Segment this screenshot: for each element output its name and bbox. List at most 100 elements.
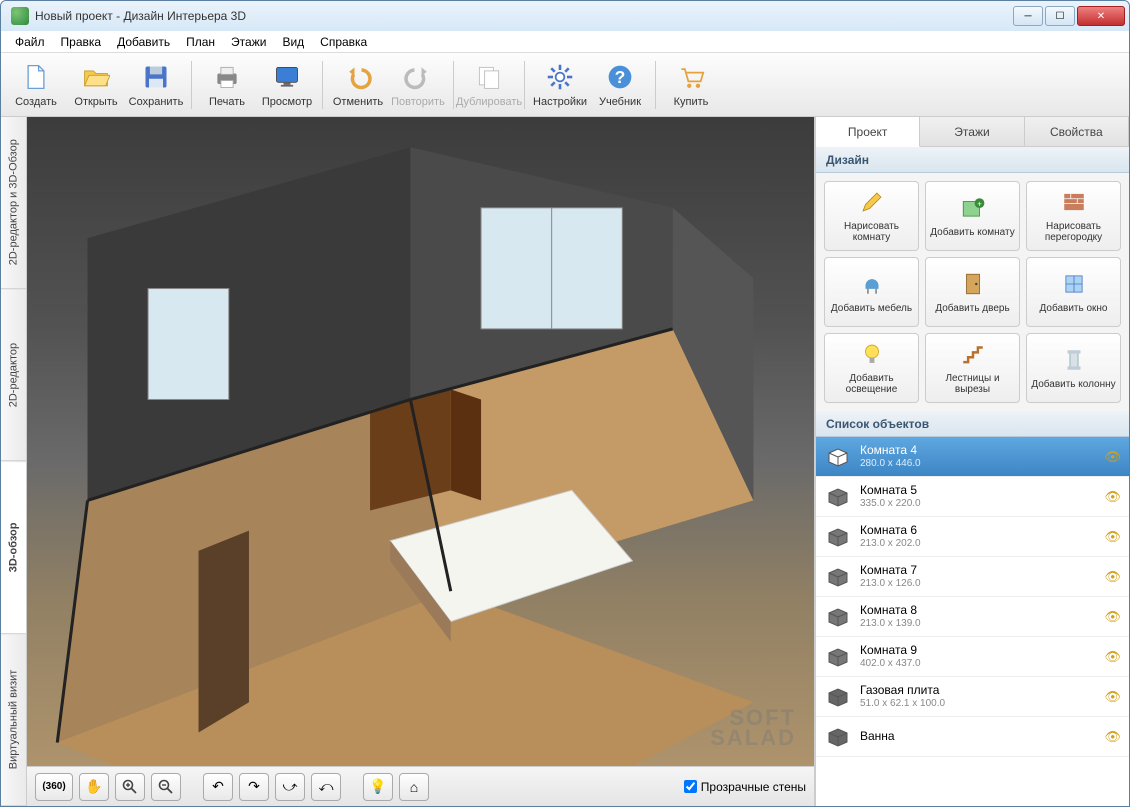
home-button[interactable]: ⌂ (399, 773, 429, 801)
left-tab-3[interactable]: Виртуальный визит (1, 634, 26, 806)
window-title: Новый проект - Дизайн Интерьера 3D (35, 9, 1013, 23)
design-btn-chair[interactable]: Добавить мебель (824, 257, 919, 327)
bulb-icon (858, 341, 886, 369)
left-tab-0[interactable]: 2D-редактор и 3D-Обзор (1, 117, 26, 289)
redo-icon (402, 61, 434, 93)
menu-справка[interactable]: Справка (312, 32, 375, 52)
3d-view[interactable]: SOFT SALAD (27, 117, 814, 766)
app-window: Новый проект - Дизайн Интерьера 3D ─ ☐ ✕… (0, 0, 1130, 807)
left-tab-1[interactable]: 2D-редактор (1, 289, 26, 461)
visibility-icon[interactable]: 👁 (1104, 689, 1121, 705)
viewport-toolbar: (360) ✋ ↶ ↷ ⤻ ⤺ 💡 ⌂ Прозрачные стены (27, 766, 814, 806)
menu-правка[interactable]: Правка (53, 32, 110, 52)
buy-button[interactable]: Купить (662, 57, 720, 113)
question-icon: ? (604, 61, 636, 93)
visibility-icon[interactable]: 👁 (1104, 649, 1121, 665)
maximize-button[interactable]: ☐ (1045, 6, 1075, 26)
pencil-icon (858, 189, 886, 217)
undo-button[interactable]: Отменить (329, 57, 387, 113)
visibility-icon[interactable]: 👁 (1104, 729, 1121, 745)
360-button[interactable]: (360) (35, 773, 73, 801)
design-btn-wall[interactable]: Нарисовать перегородку (1026, 181, 1121, 251)
object-item[interactable]: Комната 7213.0 x 126.0👁 (816, 557, 1129, 597)
menu-вид[interactable]: Вид (274, 32, 312, 52)
design-btn-stairs[interactable]: Лестницы и вырезы (925, 333, 1020, 403)
app-icon (11, 7, 29, 25)
rotate-right-button[interactable]: ↷ (239, 773, 269, 801)
stairs-icon (959, 341, 987, 369)
preview-button[interactable]: Просмотр (258, 57, 316, 113)
menu-добавить[interactable]: Добавить (109, 32, 178, 52)
design-btn-pencil[interactable]: Нарисовать комнату (824, 181, 919, 251)
visibility-icon[interactable]: 👁 (1104, 489, 1121, 505)
printer-icon (211, 61, 243, 93)
column-icon (1060, 347, 1088, 375)
object-item[interactable]: Ванна👁 (816, 717, 1129, 757)
object-list[interactable]: Комната 4280.0 x 446.0👁Комната 5335.0 x … (816, 437, 1129, 806)
pan-button[interactable]: ✋ (79, 773, 109, 801)
undo-icon (342, 61, 374, 93)
design-btn-window[interactable]: Добавить окно (1026, 257, 1121, 327)
box-icon (824, 526, 852, 548)
left-tab-2[interactable]: 3D-обзор (1, 462, 26, 634)
design-btn-addroom[interactable]: +Добавить комнату (925, 181, 1020, 251)
right-tab-Проект[interactable]: Проект (816, 117, 920, 147)
rotate-left-button[interactable]: ↶ (203, 773, 233, 801)
window-controls: ─ ☐ ✕ (1013, 6, 1125, 26)
right-panel: ПроектЭтажиСвойства Дизайн Нарисовать ко… (815, 117, 1129, 806)
object-item[interactable]: Комната 6213.0 x 202.0👁 (816, 517, 1129, 557)
right-tab-Этажи[interactable]: Этажи (920, 117, 1024, 146)
design-btn-bulb[interactable]: Добавить освещение (824, 333, 919, 403)
left-tab-strip: 2D-редактор и 3D-Обзор2D-редактор3D-обзо… (1, 117, 27, 806)
menu-файл[interactable]: Файл (7, 32, 53, 52)
light-button[interactable]: 💡 (363, 773, 393, 801)
box-icon (824, 686, 852, 708)
object-item[interactable]: Комната 4280.0 x 446.0👁 (816, 437, 1129, 477)
right-tabs: ПроектЭтажиСвойства (816, 117, 1129, 147)
door-icon (959, 271, 987, 299)
help-button[interactable]: ?Учебник (591, 57, 649, 113)
room-render (27, 117, 814, 766)
duplicate-icon (473, 61, 505, 93)
object-item[interactable]: Комната 9402.0 x 437.0👁 (816, 637, 1129, 677)
titlebar: Новый проект - Дизайн Интерьера 3D ─ ☐ ✕ (1, 1, 1129, 31)
design-tools-grid: Нарисовать комнату+Добавить комнатуНарис… (816, 173, 1129, 411)
settings-button[interactable]: Настройки (531, 57, 589, 113)
create-button[interactable]: Создать (7, 57, 65, 113)
dup-button: Дублировать (460, 57, 518, 113)
right-tab-Свойства[interactable]: Свойства (1025, 117, 1129, 146)
print-button[interactable]: Печать (198, 57, 256, 113)
svg-text:+: + (977, 199, 982, 208)
addroom-icon: + (959, 195, 987, 223)
disk-icon (140, 61, 172, 93)
object-item[interactable]: Комната 8213.0 x 139.0👁 (816, 597, 1129, 637)
tilt-down-button[interactable]: ⤺ (311, 773, 341, 801)
design-btn-door[interactable]: Добавить дверь (925, 257, 1020, 327)
tilt-up-button[interactable]: ⤻ (275, 773, 305, 801)
visibility-icon[interactable]: 👁 (1104, 529, 1121, 545)
minimize-button[interactable]: ─ (1013, 6, 1043, 26)
open-button[interactable]: Открыть (67, 57, 125, 113)
window-icon (1060, 271, 1088, 299)
zoom-in-button[interactable] (115, 773, 145, 801)
box-icon (824, 566, 852, 588)
menu-план[interactable]: План (178, 32, 223, 52)
box-icon (824, 486, 852, 508)
menu-этажи[interactable]: Этажи (223, 32, 274, 52)
visibility-icon[interactable]: 👁 (1104, 569, 1121, 585)
design-btn-column[interactable]: Добавить колонну (1026, 333, 1121, 403)
cart-icon (675, 61, 707, 93)
object-item[interactable]: Комната 5335.0 x 220.0👁 (816, 477, 1129, 517)
object-item[interactable]: Газовая плита51.0 x 62.1 x 100.0👁 (816, 677, 1129, 717)
box-icon (824, 726, 852, 748)
design-section-header: Дизайн (816, 147, 1129, 173)
box-icon (824, 606, 852, 628)
visibility-icon[interactable]: 👁 (1104, 609, 1121, 625)
zoom-out-button[interactable] (151, 773, 181, 801)
transparent-walls-checkbox[interactable]: Прозрачные стены (684, 780, 806, 794)
redo-button: Повторить (389, 57, 447, 113)
close-button[interactable]: ✕ (1077, 6, 1125, 26)
save-button[interactable]: Сохранить (127, 57, 185, 113)
main-toolbar: СоздатьОткрытьСохранитьПечатьПросмотрОтм… (1, 53, 1129, 117)
visibility-icon[interactable]: 👁 (1104, 449, 1121, 465)
